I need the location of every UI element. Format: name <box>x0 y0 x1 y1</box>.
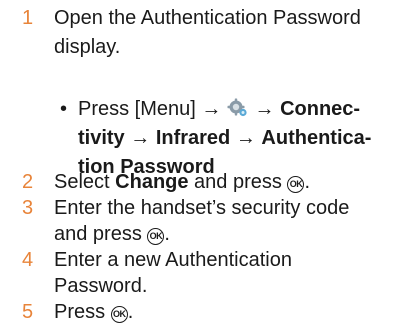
step-text: Enter the handset’s security code and pr… <box>54 195 384 247</box>
step-text-line: Password. <box>54 275 148 297</box>
step-text: Enter a new Authentication Password. <box>54 247 384 299</box>
change-option: Change <box>115 171 189 193</box>
menu-item-connectivity: Connec- <box>280 98 361 120</box>
step-text-pre: Press <box>54 301 111 323</box>
menu-item-authentication: Authentica- <box>261 127 372 149</box>
step-text: Press OK. <box>54 299 384 325</box>
step-number: 2 <box>22 171 34 193</box>
step-text-pre: Select <box>54 171 116 193</box>
step-text-line: display. <box>54 36 121 58</box>
step-number: 4 <box>22 249 34 271</box>
menu-arrow: → <box>130 127 151 149</box>
menu-item-connectivity-cont: tivity <box>78 127 125 149</box>
step-text-end: . <box>164 223 170 245</box>
menu-arrow: → <box>254 98 275 120</box>
step-text-end: . <box>304 171 311 193</box>
step-text: Select Change and press OK. <box>54 169 384 195</box>
step-text: Open the Authentication Password display… <box>54 4 384 62</box>
ok-key-icon: OK <box>147 228 165 245</box>
step-text-pre: and press <box>54 223 148 245</box>
step-text-line: Enter a new Authentication <box>54 249 292 271</box>
press-menu-text: Press [Menu] → <box>78 98 222 120</box>
step-number: 5 <box>22 301 34 323</box>
bullet-dot: • <box>60 98 68 120</box>
ok-key-icon: OK <box>287 176 305 193</box>
step-number: 3 <box>22 197 34 219</box>
menu-arrow: → <box>235 127 256 149</box>
menu-item-infrared: Infrared <box>155 127 231 149</box>
step-number: 1 <box>22 7 34 29</box>
step-text-line: Open the Authentication Password <box>54 7 361 29</box>
step-text-line: Enter the handset’s security code <box>54 197 350 219</box>
ok-key-icon: OK <box>110 306 128 323</box>
step-text-end: . <box>127 301 134 323</box>
step-text-post: and press <box>188 171 288 193</box>
settings-gear-icon <box>227 98 249 118</box>
manual-page: 1 Open the Authentication Password displ… <box>0 0 396 323</box>
